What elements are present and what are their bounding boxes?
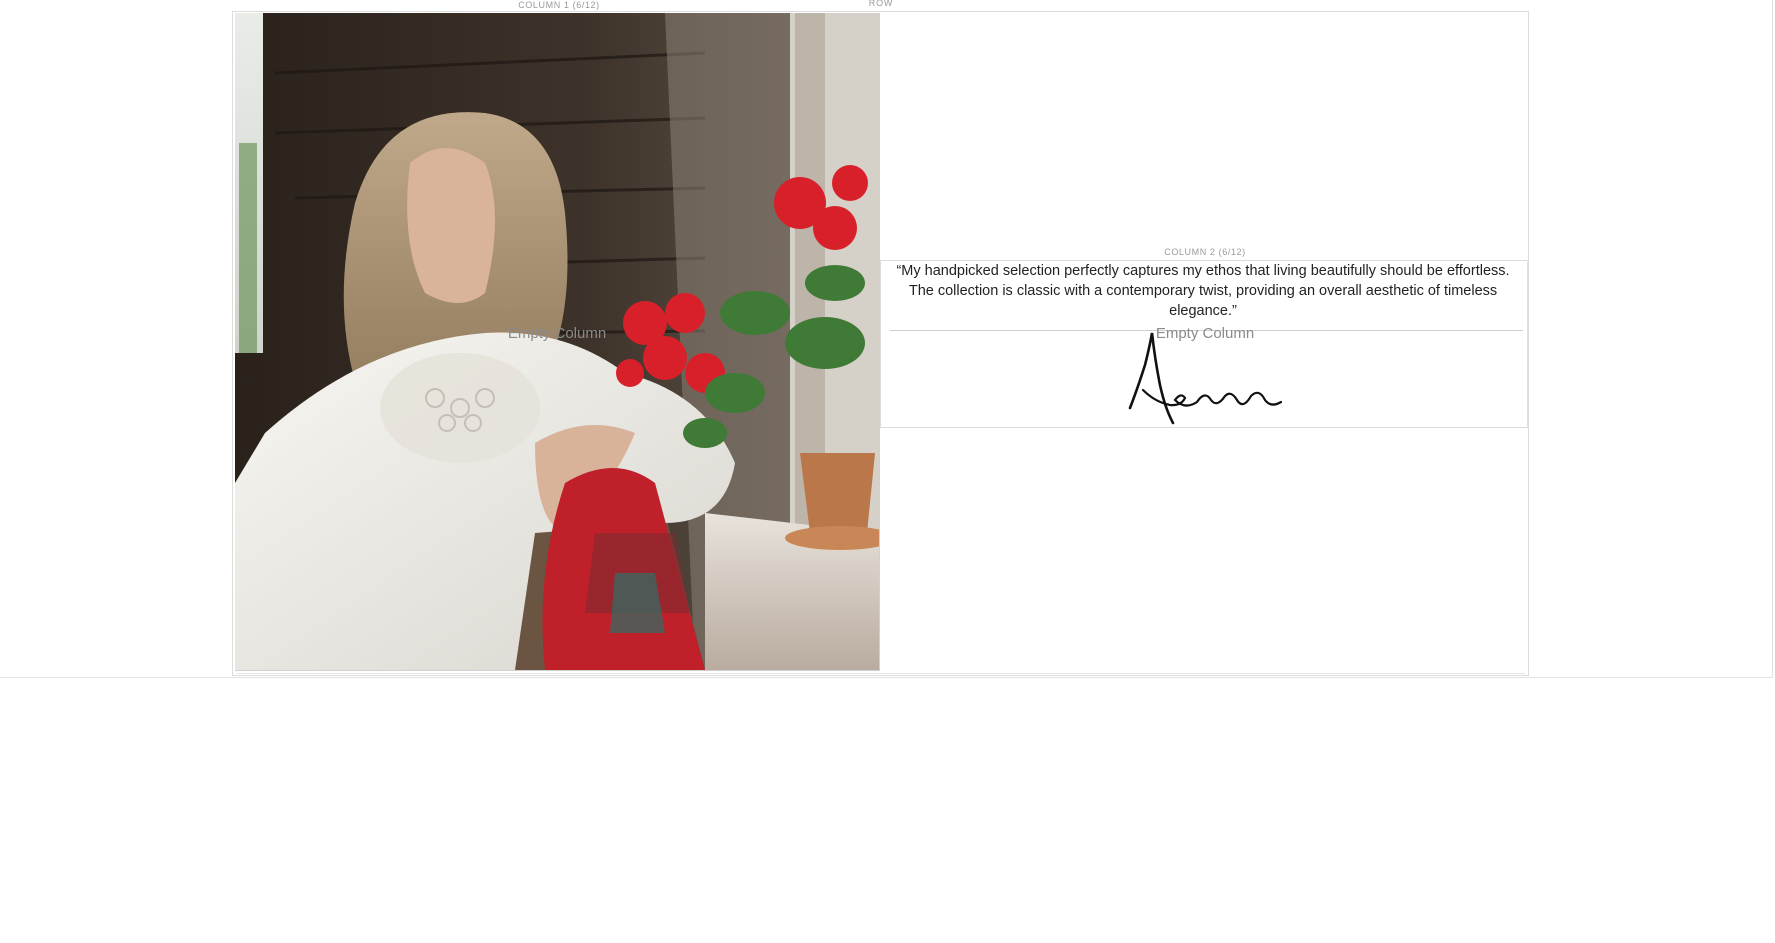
column-1-empty-placeholder: Empty Column [507, 325, 607, 342]
column-2-label: COLUMN 2 (6/12) [1164, 247, 1246, 257]
column-1-label: COLUMN 1 (6/12) [518, 0, 600, 10]
quote-text: “My handpicked selection perfectly captu… [896, 263, 1510, 319]
portrait-photo[interactable] [235, 13, 880, 671]
column-2-box-edge [1527, 262, 1528, 427]
page-bottom-divider [0, 677, 1772, 678]
page-canvas: ROW COLUMN 1 (6/12) Empty Column COLUMN … [0, 0, 1775, 943]
signature-image [1128, 332, 1283, 425]
page-right-divider [1772, 0, 1773, 678]
row-inner-divider [237, 673, 1525, 674]
row-label: ROW [868, 0, 894, 8]
